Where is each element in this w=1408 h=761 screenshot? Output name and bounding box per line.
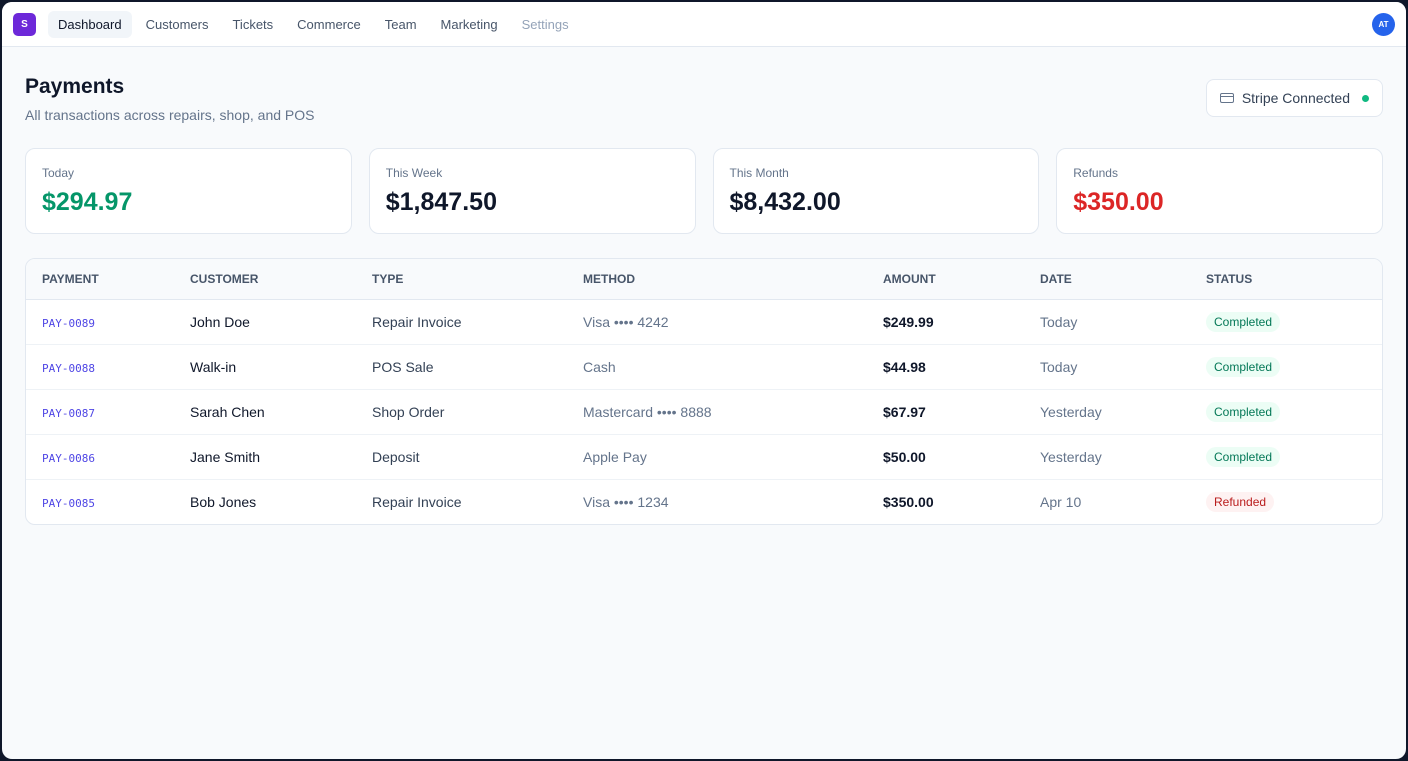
- stat-label: Today: [42, 166, 75, 180]
- column-header-method[interactable]: METHOD: [567, 259, 867, 300]
- stat-card-this-month: This Month $8,432.00: [712, 148, 1040, 234]
- column-header-status[interactable]: STATUS: [1190, 259, 1382, 300]
- stripe-connected-button[interactable]: Stripe Connected: [1205, 79, 1383, 117]
- user-avatar[interactable]: AT: [1372, 12, 1395, 36]
- customer-cell: Bob Jones: [190, 493, 257, 510]
- amount-cell: $50.00: [867, 434, 1024, 480]
- date-cell: Today: [1024, 344, 1190, 390]
- type-cell: Repair Invoice: [356, 299, 567, 345]
- type-cell: POS Sale: [356, 344, 567, 390]
- method-cell: Mastercard •••• 8888: [567, 389, 867, 435]
- table-row[interactable]: PAY-0087 Sarah Chen Shop Order Mastercar…: [26, 389, 1382, 435]
- customer-cell: John Doe: [174, 299, 356, 345]
- amount-cell: $350.00: [883, 493, 934, 510]
- customer-cell: Walk-in: [174, 344, 356, 390]
- stat-label: This Week: [385, 166, 443, 180]
- nav-item-customers[interactable]: Customers: [136, 11, 219, 38]
- main-nav: Dashboard Customers Tickets Commerce Tea…: [48, 10, 579, 38]
- payments-table: PAYMENT CUSTOMER TYPE METHOD AMOUNT DATE…: [26, 259, 1382, 524]
- payment-id-link[interactable]: PAY-0086: [42, 452, 95, 465]
- stat-card-this-week: This Week $1,847.50: [368, 148, 696, 234]
- stat-label: Refunds: [1073, 166, 1118, 180]
- stats-row: Today $294.97 This Week $1,847.50 This M…: [2, 148, 1406, 234]
- customer-cell: Sarah Chen: [174, 389, 356, 435]
- stat-value: $294.97: [42, 188, 133, 216]
- amount-cell: $44.98: [867, 344, 1024, 390]
- method-cell: Apple Pay: [567, 434, 867, 480]
- status-badge: Completed: [1206, 446, 1281, 467]
- column-header-payment[interactable]: PAYMENT: [26, 259, 174, 300]
- payment-id-link[interactable]: PAY-0085: [42, 497, 95, 510]
- stat-card-refunds: Refunds $350.00: [1056, 148, 1383, 234]
- stat-card-today: Today $294.97: [25, 148, 352, 234]
- type-cell: Deposit: [356, 434, 567, 480]
- credit-card-icon: [1219, 93, 1234, 103]
- amount-cell: $67.97: [867, 389, 1024, 435]
- column-header-customer[interactable]: CUSTOMER: [174, 259, 356, 300]
- type-cell: Shop Order: [356, 389, 567, 435]
- status-badge: Completed: [1206, 356, 1281, 377]
- method-cell: Visa •••• 1234: [583, 493, 669, 510]
- connection-status-dot: [1362, 94, 1369, 102]
- nav-item-commerce[interactable]: Commerce: [287, 11, 371, 38]
- payment-id-link[interactable]: PAY-0089: [42, 317, 95, 330]
- method-cell: Cash: [567, 344, 867, 390]
- table-header-row: PAYMENT CUSTOMER TYPE METHOD AMOUNT DATE…: [26, 259, 1382, 300]
- stat-value: $8,432.00: [729, 188, 841, 216]
- type-cell: Repair Invoice: [372, 493, 462, 510]
- stat-value: $1,847.50: [385, 188, 497, 216]
- page-title: Payments: [25, 75, 125, 98]
- nav-item-marketing[interactable]: Marketing: [431, 11, 508, 38]
- stripe-connected-label: Stripe Connected: [1241, 90, 1350, 106]
- date-cell: Today: [1024, 299, 1190, 345]
- column-header-amount[interactable]: AMOUNT: [867, 259, 1024, 300]
- amount-cell: $249.99: [867, 299, 1024, 345]
- top-nav-bar: S Dashboard Customers Tickets Commerce T…: [2, 2, 1406, 47]
- table-row[interactable]: PAY-0088 Walk-in POS Sale Cash $44.98 To…: [26, 344, 1382, 390]
- payments-table-card: PAYMENT CUSTOMER TYPE METHOD AMOUNT DATE…: [25, 258, 1383, 525]
- nav-item-tickets[interactable]: Tickets: [222, 11, 283, 38]
- date-cell: Yesterday: [1024, 389, 1190, 435]
- status-badge: Completed: [1206, 401, 1281, 422]
- nav-item-team[interactable]: Team: [375, 11, 427, 38]
- date-cell: Yesterday: [1024, 434, 1190, 480]
- table-row[interactable]: PAY-0086 Jane Smith Deposit Apple Pay $5…: [26, 434, 1382, 480]
- app-window: S Dashboard Customers Tickets Commerce T…: [2, 2, 1406, 759]
- nav-item-settings[interactable]: Settings: [512, 11, 579, 38]
- nav-item-dashboard[interactable]: Dashboard: [48, 10, 132, 38]
- stat-value: $350.00: [1073, 188, 1164, 216]
- table-row[interactable]: PAY-0085 Bob Jones Repair Invoice Visa •…: [26, 479, 1382, 524]
- status-badge: Refunded: [1206, 491, 1275, 512]
- column-header-date[interactable]: DATE: [1024, 259, 1190, 300]
- status-badge: Completed: [1206, 311, 1281, 332]
- page-header: Payments All transactions across repairs…: [2, 47, 1406, 123]
- table-row[interactable]: PAY-0089 John Doe Repair Invoice Visa ••…: [26, 299, 1382, 345]
- date-cell: Apr 10: [1040, 493, 1082, 510]
- column-header-type[interactable]: TYPE: [356, 259, 567, 300]
- payment-id-link[interactable]: PAY-0088: [42, 362, 95, 375]
- method-cell: Visa •••• 4242: [567, 299, 867, 345]
- customer-cell: Jane Smith: [174, 434, 356, 480]
- stat-label: This Month: [729, 166, 789, 180]
- payment-id-link[interactable]: PAY-0087: [42, 407, 95, 420]
- page-subtitle: All transactions across repairs, shop, a…: [25, 107, 315, 123]
- app-logo[interactable]: S: [13, 12, 36, 36]
